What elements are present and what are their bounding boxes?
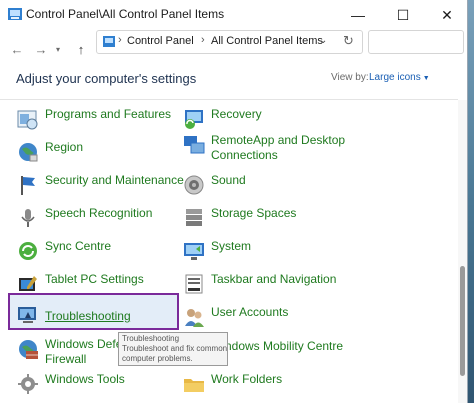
flag-icon [21,176,35,195]
microphone-icon [21,209,35,227]
taskbar-icon [185,274,203,294]
item-storage-spaces[interactable]: Storage Spaces [183,203,383,231]
maximize-button[interactable]: ☐ [381,0,425,30]
item-label: Troubleshooting [45,309,131,323]
item-label: Windows Tools [45,372,125,386]
item-programs-features[interactable]: Programs and Features [17,104,177,132]
tooltip-line1: Troubleshoot and fix common [122,344,228,353]
item-remoteapp[interactable]: RemoteApp and Desktop Connections [183,130,383,164]
item-region[interactable]: Region [17,137,177,165]
item-label: Sync Centre [45,239,112,253]
tooltip: Troubleshooting Troubleshoot and fix com… [118,332,228,366]
folder-icon [184,379,204,392]
address-bar[interactable]: › Control Panel › All Control Panel Item… [96,30,363,54]
control-panel-icon [103,36,115,47]
tooltip-line2: computer problems. [122,354,193,363]
forward-button[interactable]: → [30,30,52,68]
recovery-icon [185,110,203,129]
item-label: Tablet PC Settings [45,272,144,286]
header-divider [0,99,458,100]
breadcrumb-separator[interactable]: › [118,34,122,46]
title-bar[interactable]: Control Panel\All Control Panel Items — … [0,0,467,30]
storage-icon [186,209,202,226]
troubleshooting-icon [18,307,36,323]
item-label: Speech Recognition [45,206,153,220]
item-user-accounts[interactable]: User Accounts [183,302,383,330]
item-windows-tools[interactable]: Windows Tools [17,369,177,397]
programs-features-icon [17,110,38,130]
remote-desktop-icon [184,136,205,154]
page-title: Adjust your computer's settings [16,71,197,86]
item-label: Region [45,140,84,154]
address-dropdown-button[interactable]: ⌄ [319,35,327,46]
breadcrumb-control-panel[interactable]: Control Panel [127,35,194,47]
item-work-folders[interactable]: Work Folders [183,369,383,397]
view-by-value: Large icons [369,72,421,83]
item-troubleshooting[interactable]: Troubleshooting [8,293,179,330]
firewall-icon [19,340,38,359]
tooltip-title: Troubleshooting [122,334,180,343]
back-button[interactable]: ← [6,30,28,68]
item-label: System [211,239,252,253]
item-security-maintenance[interactable]: Security and Maintenance [17,170,184,198]
sync-icon [19,242,37,260]
item-label-line2: Connections [211,148,278,162]
breadcrumb-all-items[interactable]: All Control Panel Items [211,35,323,47]
view-by-dropdown[interactable]: Large icons ▼ [369,72,430,83]
item-system[interactable]: System [183,236,383,264]
refresh-button[interactable]: ↻ [343,33,354,49]
item-speech-recognition[interactable]: Speech Recognition [17,203,177,231]
chevron-down-icon: ▼ [422,75,430,82]
control-panel-window: Control Panel\All Control Panel Items — … [0,0,468,403]
view-by-label: View by: [331,72,369,83]
item-label-line2: Firewall [45,352,87,366]
scrollbar-thumb[interactable] [460,266,465,376]
item-sound[interactable]: Sound [183,170,383,198]
minimize-button[interactable]: — [336,0,380,30]
search-input[interactable] [368,30,464,54]
item-label: Windows Mobility Centre [211,339,344,353]
item-label: RemoteApp and Desktop [211,133,346,147]
up-button[interactable]: ↑ [70,30,92,68]
item-label: User Accounts [211,305,289,319]
item-label: Taskbar and Navigation [211,272,337,286]
gear-icon [18,374,38,394]
close-button[interactable]: ✕ [425,0,467,30]
breadcrumb-separator[interactable]: › [201,34,205,46]
window-title: Control Panel\All Control Panel Items [26,7,225,21]
users-icon [185,309,204,327]
recent-locations-button[interactable]: ▾ [52,30,64,68]
control-panel-icon [8,8,22,20]
tablet-icon [19,276,37,291]
item-taskbar-navigation[interactable]: Taskbar and Navigation [183,269,383,297]
item-label: Security and Maintenance [45,173,184,187]
item-label: Recovery [211,107,262,121]
item-label: Programs and Features [45,107,172,121]
speaker-icon [184,175,204,195]
globe-icon [19,143,38,162]
item-label: Work Folders [211,372,283,386]
item-recovery[interactable]: Recovery [183,104,383,132]
system-icon [184,243,204,260]
item-label: Storage Spaces [211,206,297,220]
item-sync-centre[interactable]: Sync Centre [17,236,177,264]
item-label: Sound [211,173,246,187]
